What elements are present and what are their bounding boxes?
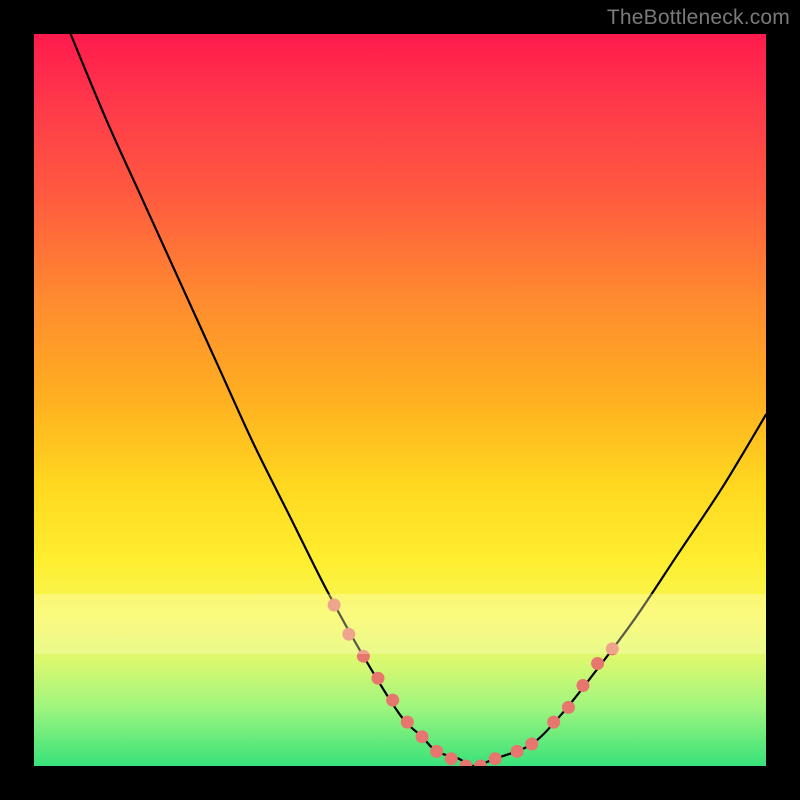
chart-svg — [34, 34, 766, 766]
data-marker — [525, 738, 538, 751]
curve-group — [71, 34, 766, 766]
watermark-text: TheBottleneck.com — [607, 6, 790, 30]
plot-area — [34, 34, 766, 766]
data-marker — [342, 628, 355, 641]
data-marker — [591, 657, 604, 670]
bottleneck-curve — [71, 34, 766, 766]
data-marker — [401, 716, 414, 729]
data-marker — [474, 760, 487, 767]
data-marker — [511, 745, 524, 758]
chart-frame: TheBottleneck.com — [0, 0, 800, 800]
data-marker — [562, 701, 575, 714]
data-marker — [386, 694, 399, 707]
data-marker — [357, 650, 370, 663]
data-marker — [489, 752, 502, 765]
data-marker — [547, 716, 560, 729]
data-marker — [606, 642, 619, 655]
data-marker — [372, 672, 385, 685]
data-marker — [577, 679, 590, 692]
data-marker — [445, 752, 458, 765]
data-marker — [430, 745, 443, 758]
data-marker — [328, 599, 341, 612]
markers-group — [328, 599, 619, 767]
data-marker — [416, 730, 429, 743]
